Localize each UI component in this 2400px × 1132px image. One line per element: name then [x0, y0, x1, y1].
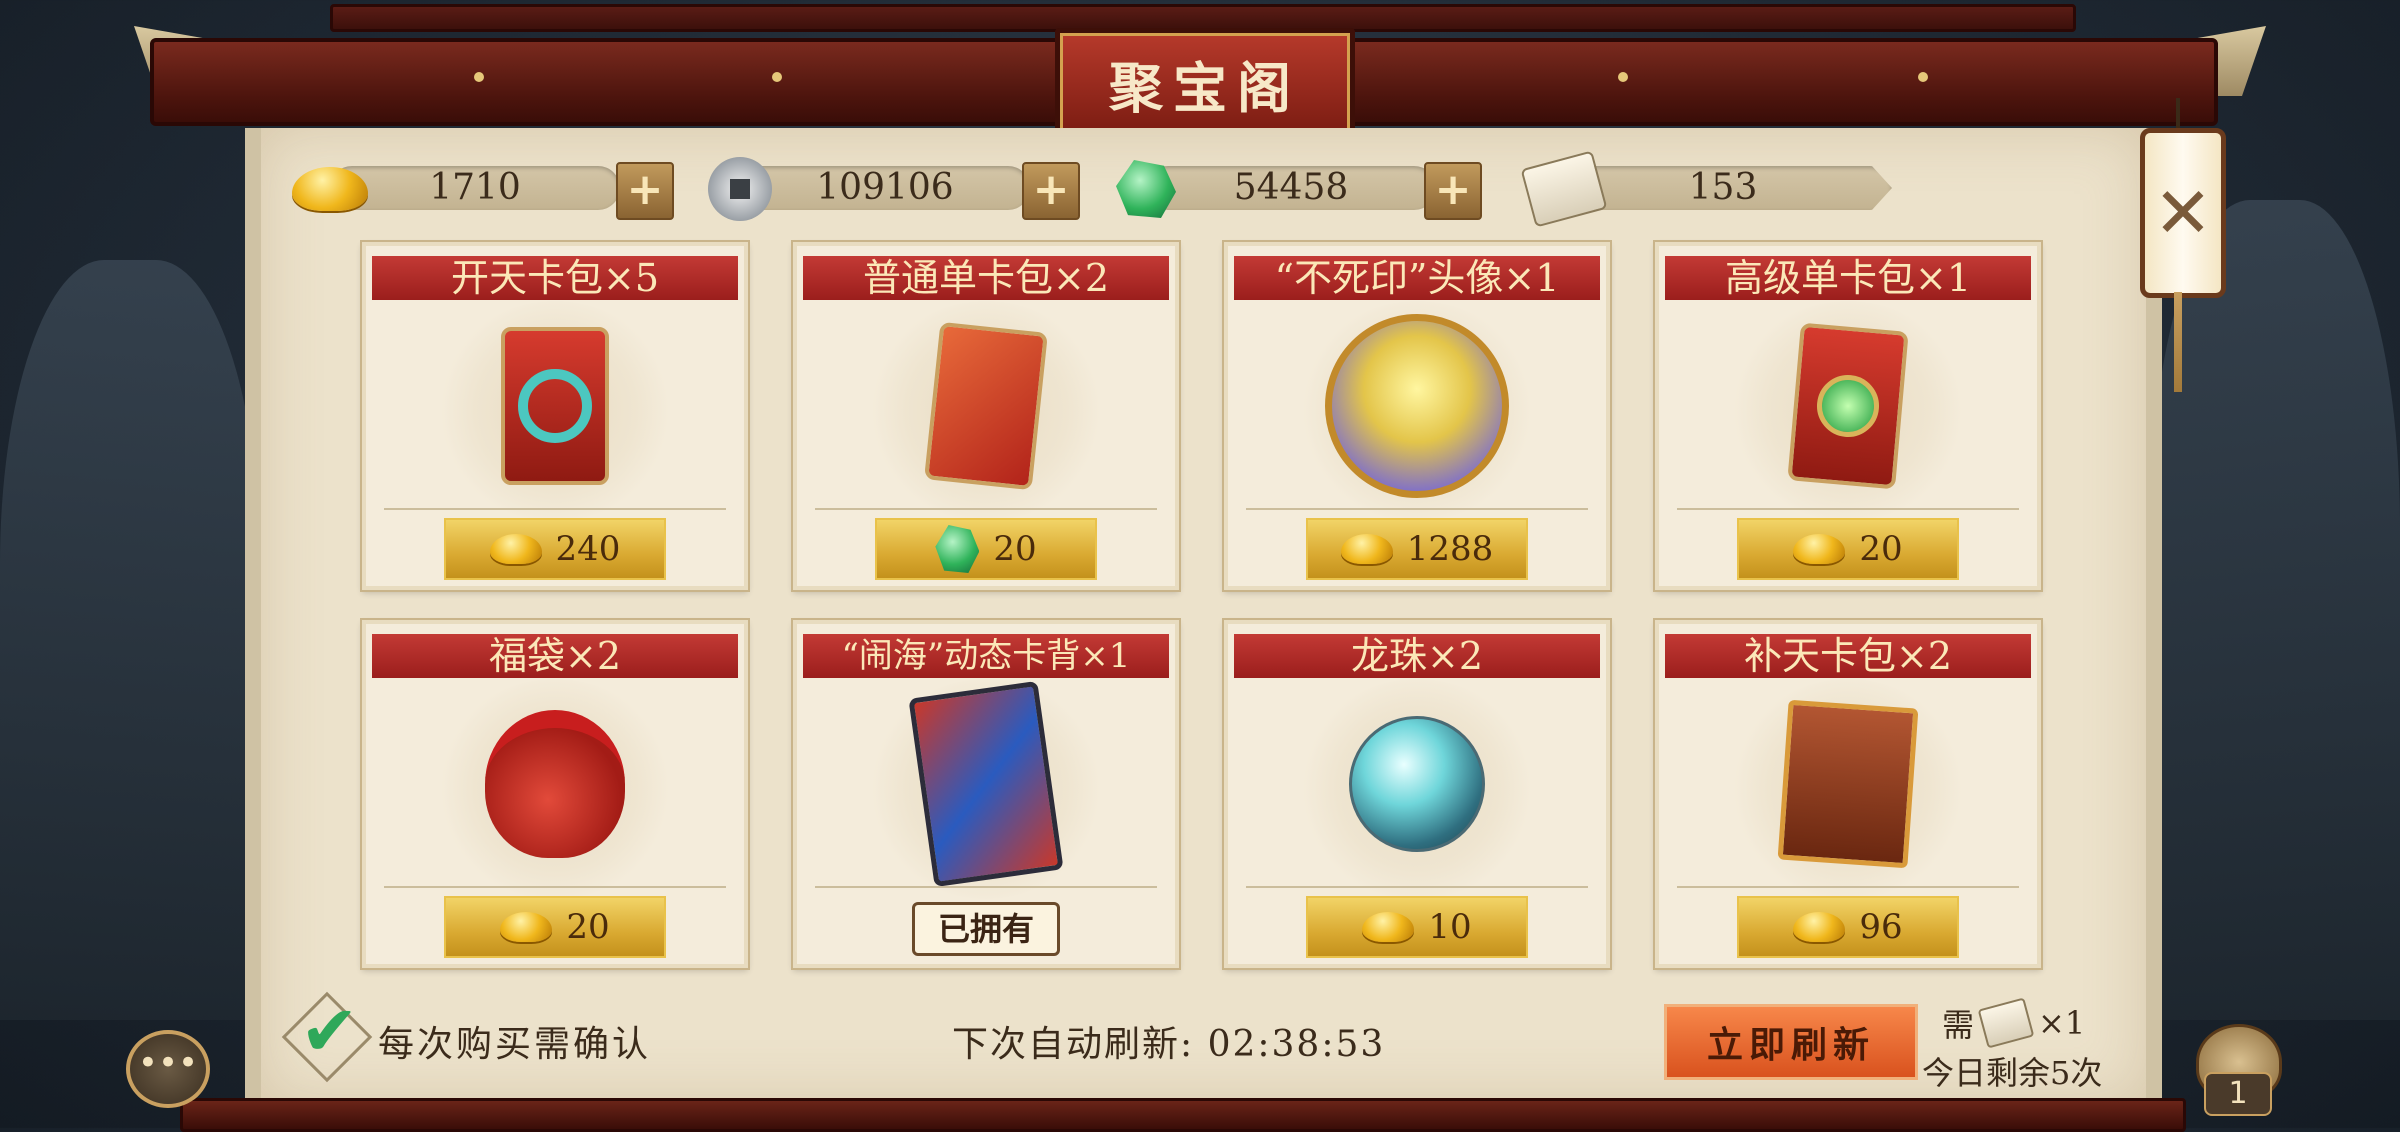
buy-button[interactable]: 20 — [444, 896, 666, 958]
currency-scroll: 153 — [1518, 150, 1902, 228]
shop-item-card: “闹海”动态卡背×1 已拥有 — [793, 620, 1179, 968]
chat-bubble-icon[interactable]: ••• — [126, 1030, 210, 1108]
refresh-cost: 需 ×1 — [1942, 997, 2086, 1049]
card-back-icon — [908, 680, 1064, 888]
currency-gold: 1710 + — [290, 158, 674, 220]
refresh-remaining: 今日剩余5次 — [1922, 1054, 2103, 1092]
check-icon: ✔ — [300, 990, 359, 1072]
card-pack-icon — [924, 321, 1048, 491]
lantern-rope — [2176, 98, 2180, 128]
item-price: 1288 — [1406, 529, 1494, 569]
currency-jade-value: 54458 — [1233, 167, 1349, 208]
currency-scroll-value: 153 — [1688, 167, 1758, 208]
silver-coin-icon — [708, 157, 772, 221]
refresh-cost-prefix: 需 — [1942, 1006, 1975, 1044]
page-title: 聚宝阁 — [1055, 28, 1355, 138]
shop-item-card[interactable]: 高级单卡包×1 20 — [1655, 242, 2041, 590]
lucky-bag-icon — [485, 710, 625, 858]
shop-item-card[interactable]: 普通单卡包×2 20 — [793, 242, 1179, 590]
item-name: “闹海”动态卡背×1 — [803, 634, 1169, 678]
currency-gold-value: 1710 — [429, 167, 521, 208]
buy-button[interactable]: 1288 — [1306, 518, 1528, 580]
jade-icon — [935, 525, 980, 573]
item-name: 龙珠×2 — [1234, 634, 1600, 678]
shop-item-card[interactable]: 开天卡包×5 240 — [362, 242, 748, 590]
floor-beam — [180, 1098, 2186, 1132]
gold-ingot-icon — [1340, 534, 1393, 564]
item-name: 高级单卡包×1 — [1665, 256, 2031, 300]
close-icon: ✕ — [2153, 172, 2213, 254]
mountain-left — [0, 260, 260, 1020]
card-pack-icon — [501, 327, 609, 485]
beam-dot — [772, 72, 782, 82]
gold-ingot-icon — [1793, 534, 1846, 564]
beam-dot — [1618, 72, 1628, 82]
jade-icon — [1116, 160, 1176, 218]
beam-dot — [1918, 72, 1928, 82]
item-price: 240 — [555, 529, 621, 569]
lantern-tassel — [2174, 292, 2182, 392]
shop-item-card[interactable]: 福袋×2 20 — [362, 620, 748, 968]
item-name: 福袋×2 — [372, 634, 738, 678]
confirm-label: 每次购买需确认 — [378, 1024, 652, 1065]
shop-item-card[interactable]: 龙珠×2 10 — [1224, 620, 1610, 968]
item-name: 开天卡包×5 — [372, 256, 738, 300]
gold-ingot-icon — [1362, 912, 1415, 942]
item-price: 20 — [566, 907, 610, 947]
avatar-icon — [1325, 314, 1509, 498]
item-price: 20 — [993, 529, 1037, 569]
gold-ingot-icon — [292, 167, 368, 211]
gold-ingot-icon — [489, 534, 542, 564]
dragon-orb-icon — [1349, 716, 1485, 852]
add-silver-button[interactable]: + — [1022, 162, 1080, 220]
shop-item-card[interactable]: 补天卡包×2 96 — [1655, 620, 2041, 968]
refresh-now-button[interactable]: 立即刷新 — [1664, 1004, 1918, 1080]
buy-button[interactable]: 240 — [444, 518, 666, 580]
gold-ingot-icon — [1793, 912, 1846, 942]
buy-button[interactable]: 20 — [1737, 518, 1959, 580]
item-price: 10 — [1428, 907, 1472, 947]
buy-button[interactable]: 20 — [875, 518, 1097, 580]
shop-item-card[interactable]: “不死印”头像×1 1288 — [1224, 242, 1610, 590]
item-name: 补天卡包×2 — [1665, 634, 2031, 678]
mountain-right — [2150, 200, 2400, 1020]
item-name: “不死印”头像×1 — [1234, 256, 1600, 300]
item-price: 20 — [1859, 529, 1903, 569]
book-pack-icon — [1777, 699, 1919, 869]
card-pack-icon — [1787, 322, 1909, 490]
refresh-cost-amount: ×1 — [2038, 1004, 2086, 1042]
buy-button[interactable]: 10 — [1306, 896, 1528, 958]
bag-count: 1 — [2204, 1072, 2272, 1116]
item-name: 普通单卡包×2 — [803, 256, 1169, 300]
buy-button[interactable]: 96 — [1737, 896, 1959, 958]
gold-ingot-icon — [500, 912, 553, 942]
refresh-scroll-icon — [1977, 997, 2035, 1049]
currency-silver-value: 109106 — [816, 167, 954, 208]
add-jade-button[interactable]: + — [1424, 162, 1482, 220]
refresh-timer: 下次自动刷新: 02:38:53 — [952, 1024, 1386, 1065]
currency-jade: 54458 + — [1106, 158, 1490, 220]
owned-badge: 已拥有 — [912, 902, 1060, 956]
close-button[interactable]: ✕ — [2140, 128, 2226, 298]
beam-dot — [474, 72, 484, 82]
add-gold-button[interactable]: + — [616, 162, 674, 220]
refresh-scroll-icon — [1520, 150, 1608, 228]
currency-silver: 109106 + — [700, 157, 1080, 221]
item-price: 96 — [1859, 907, 1903, 947]
